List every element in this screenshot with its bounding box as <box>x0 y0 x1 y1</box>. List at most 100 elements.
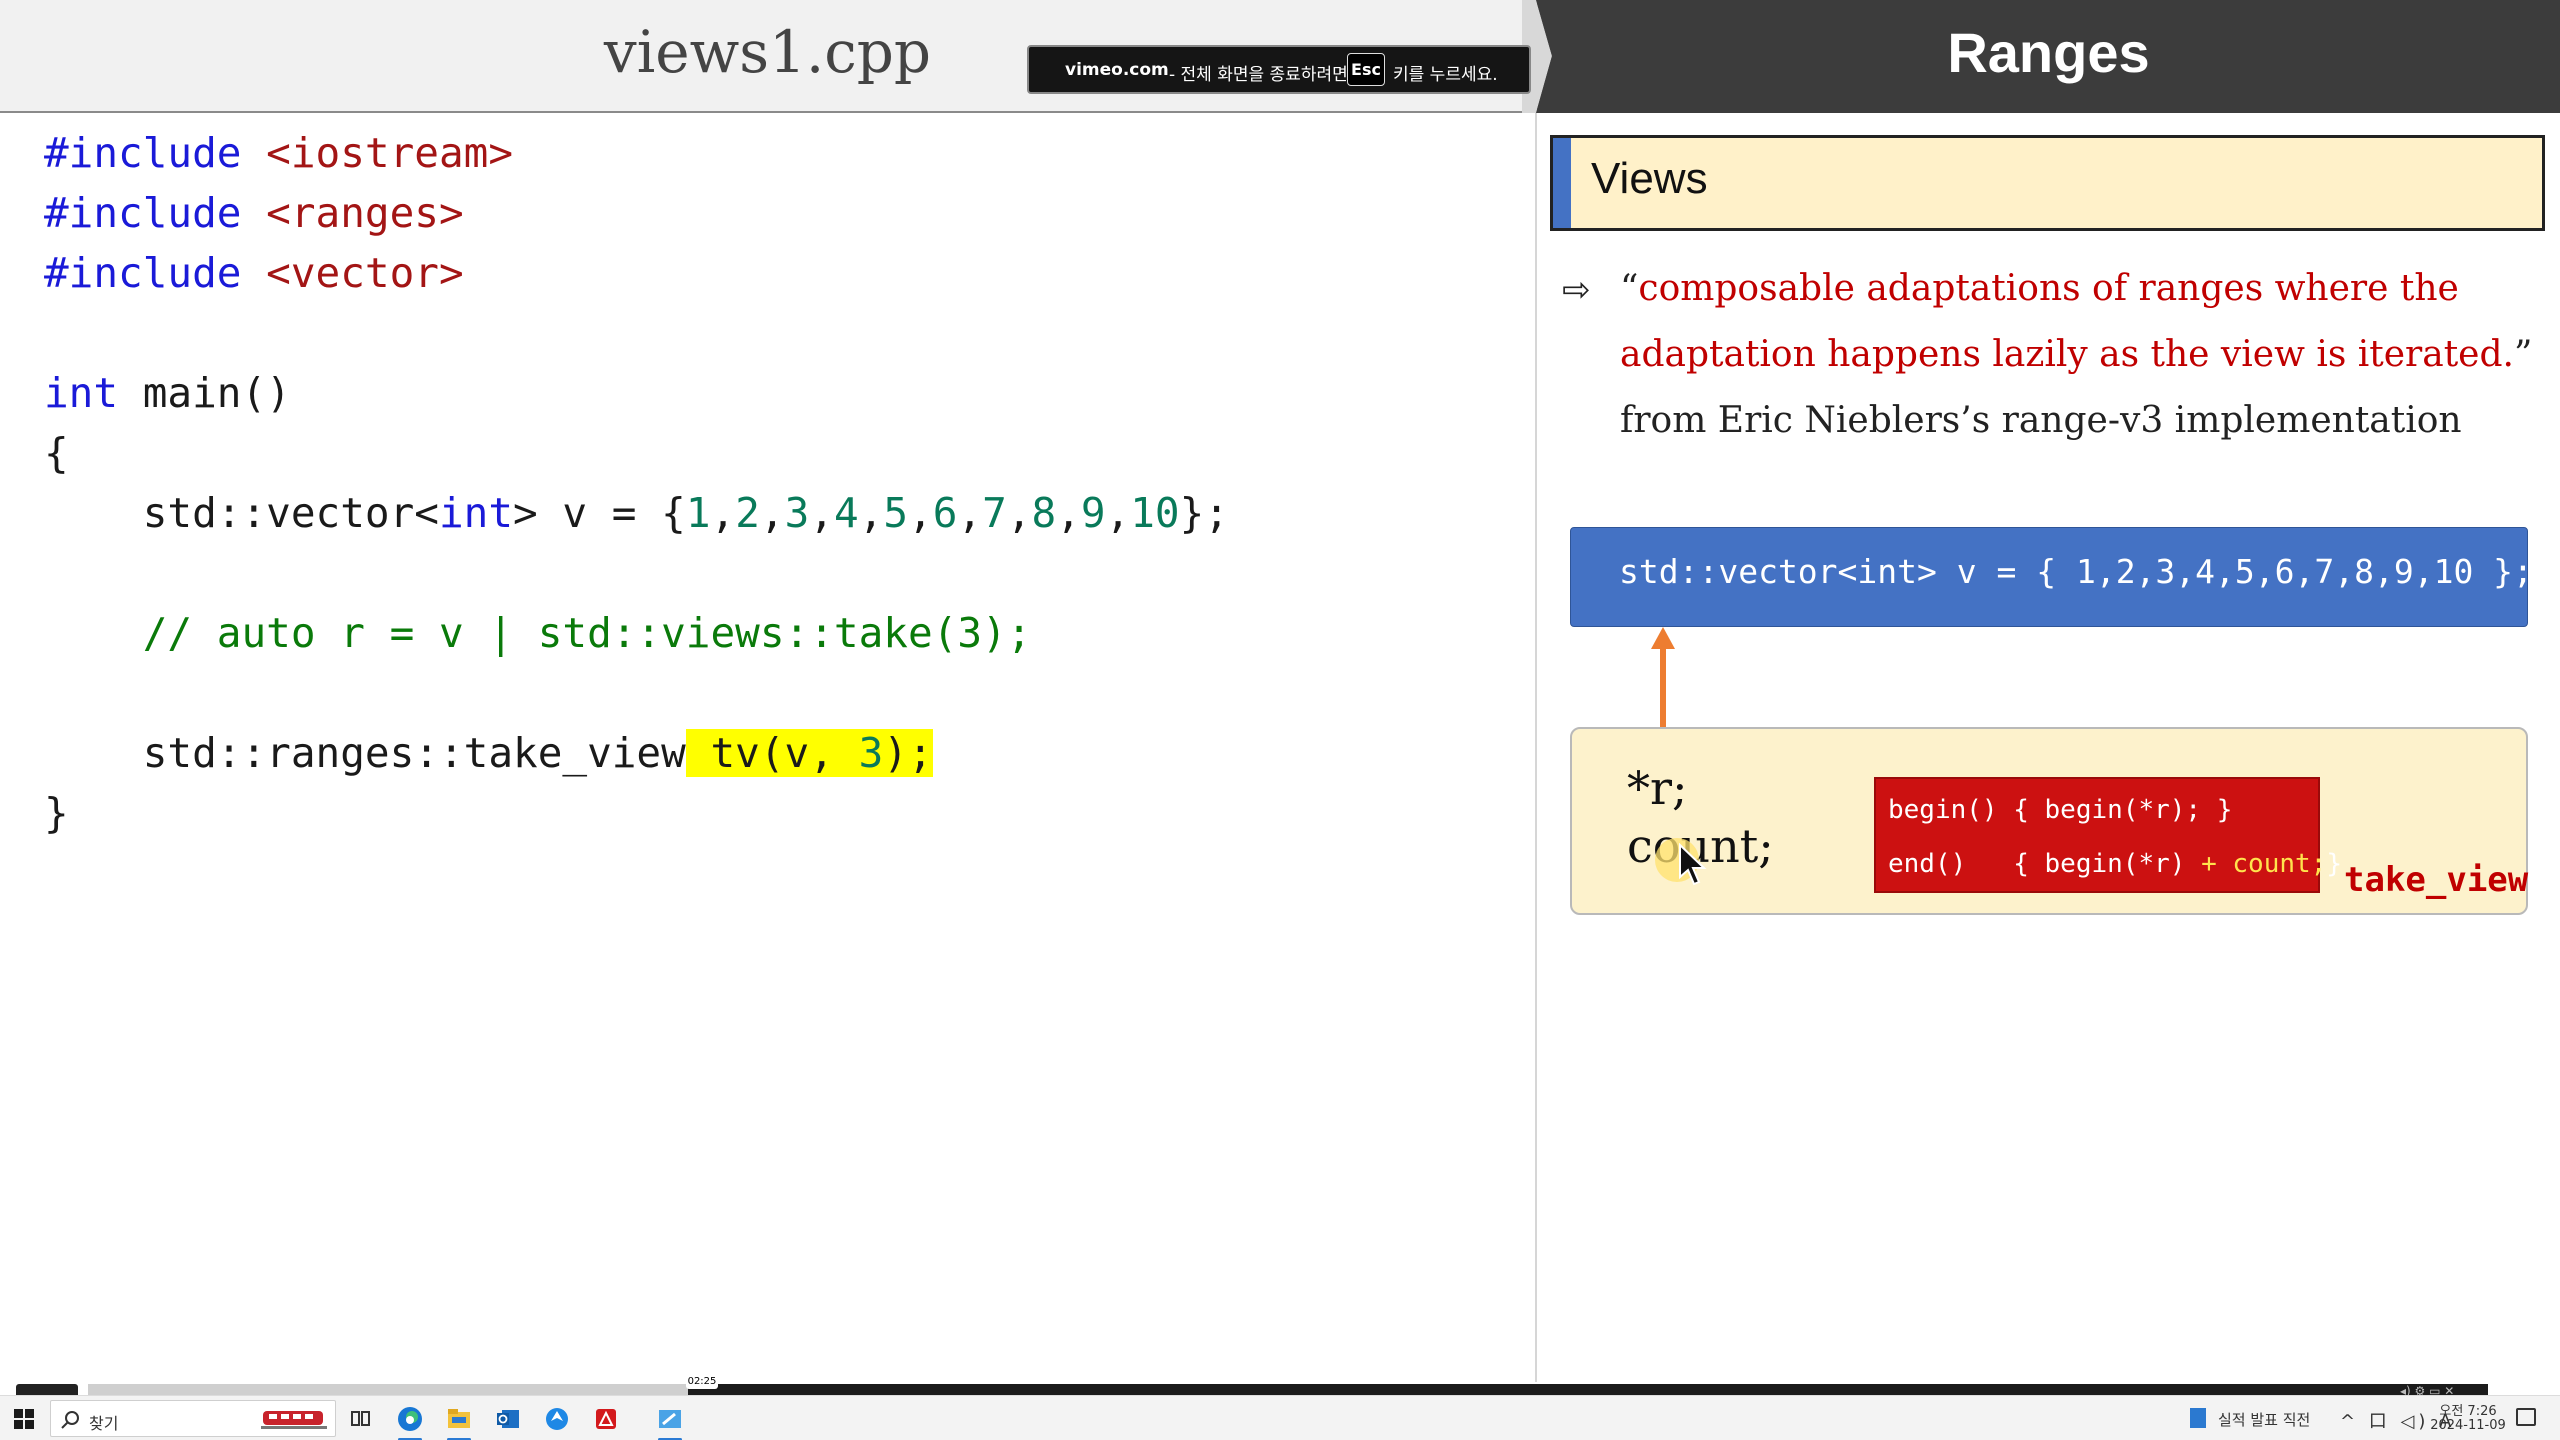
number-literal: 6 <box>932 489 958 537</box>
views-heading: Views <box>1591 154 1708 203</box>
code-comma: , <box>957 489 983 537</box>
code-token: > v = { <box>513 489 686 537</box>
highlight-selection: tv(v, 3); <box>685 729 933 777</box>
code-comma: , <box>1006 489 1032 537</box>
views-heading-box: Views <box>1550 135 2545 231</box>
number-literal: 10 <box>1130 489 1180 537</box>
code-token: } <box>2326 849 2342 879</box>
number-literal: 1 <box>685 489 711 537</box>
taskbar-search[interactable]: 찾기 <box>50 1400 336 1437</box>
mouse-cursor-icon <box>1679 843 1707 886</box>
code-line-3: #include <vector> <box>44 243 464 303</box>
code-token: int <box>438 489 514 537</box>
windows-start-icon[interactable] <box>14 1409 34 1429</box>
task-view-icon[interactable] <box>344 1403 376 1435</box>
code-token: #include <box>44 129 242 177</box>
quote-close-mark: ” <box>2513 334 2533 375</box>
end-function-line: end() { begin(*r) + count;} <box>1888 849 2342 879</box>
code-token: tv(v, <box>685 729 859 777</box>
file-explorer-icon[interactable] <box>443 1403 475 1435</box>
number-literal: 9 <box>1080 489 1106 537</box>
progress-fill <box>88 1384 688 1395</box>
search-highlight-train-icon <box>261 1411 327 1429</box>
code-comma: , <box>1056 489 1081 537</box>
number-literal: 4 <box>833 489 859 537</box>
code-comma: , <box>759 489 785 537</box>
tray-document-label[interactable]: 실적 발표 직전 <box>2218 1409 2310 1430</box>
code-comment: // auto r = v | std::views::take(3); <box>142 609 1032 657</box>
code-token: main() <box>142 369 291 417</box>
code-line-2: #include <ranges> <box>44 183 464 243</box>
code-line-5: int main() <box>44 363 291 423</box>
quote-line-2: adaptation happens lazily as the view is… <box>1620 334 2532 375</box>
code-comma: , <box>908 489 933 537</box>
fullscreen-exit-notice: vimeo.com - 전체 화면을 종료하려면 Esc 키를 누르세요. <box>1027 45 1531 94</box>
take-view-label: take_view <box>2344 860 2529 900</box>
code-token: <vector> <box>266 249 464 297</box>
member-r: *r; <box>1627 761 1688 815</box>
code-comma: , <box>710 489 736 537</box>
code-token: std::ranges::take_view <box>142 729 686 777</box>
code-token: } <box>44 789 69 837</box>
edge-icon[interactable] <box>394 1403 426 1435</box>
code-token: std::vector< <box>142 489 439 537</box>
code-token: <iostream> <box>266 129 514 177</box>
clock-date[interactable]: 2024-11-09 <box>2430 1418 2506 1433</box>
code-token: }; <box>1179 489 1229 537</box>
app-icon[interactable] <box>541 1403 573 1435</box>
code-comma: , <box>858 489 884 537</box>
time-tooltip: 02:25 <box>686 1375 718 1389</box>
begin-function-line: begin() { begin(*r); } <box>1888 795 2233 825</box>
number-literal: 8 <box>1031 489 1057 537</box>
quote-line-1: “composable adaptations of ranges where … <box>1620 268 2459 309</box>
code-token: ); <box>883 729 933 777</box>
bullet-arrow-icon: ⇨ <box>1562 270 1591 310</box>
esc-key-badge: Esc <box>1347 53 1385 86</box>
code-token: end() { begin(*r) <box>1888 849 2202 879</box>
number-literal: 3 <box>784 489 810 537</box>
code-token: <ranges> <box>266 189 464 237</box>
notice-message-2: 키를 누르세요. <box>1393 65 1498 85</box>
code-token: #include <box>44 249 242 297</box>
notice-message: - 전체 화면을 종료하려면 <box>1169 65 1348 85</box>
code-comment-line: // auto r = v | std::views::take(3); <box>44 603 1032 663</box>
code-line-12: } <box>44 783 69 843</box>
acrobat-icon[interactable] <box>590 1403 622 1435</box>
code-token: int <box>44 369 119 417</box>
count-token: + count; <box>2201 849 2327 879</box>
number-literal: 7 <box>982 489 1007 537</box>
number-literal: 5 <box>883 489 909 537</box>
document-icon[interactable] <box>2190 1408 2206 1428</box>
code-pane: #include <iostream> #include <ranges> #i… <box>0 115 1535 1382</box>
quote-text-2: adaptation happens lazily as the view is… <box>1620 334 2514 375</box>
taskbar: 찾기 실적 발표 직전 ^ 口 ◁) A 오전 7:26 2024-11-09 <box>0 1395 2560 1440</box>
vector-box: std::vector<int> v = { 1,2,3,4,5,6,7,8,9… <box>1570 527 2533 627</box>
code-token: #include <box>44 189 242 237</box>
quote-text-1: composable adaptations of ranges where t… <box>1638 268 2459 309</box>
clock-time[interactable]: 오전 7:26 <box>2430 1400 2506 1419</box>
vector-code: std::vector<int> v = { 1,2,3,4,5,6,7,8,9… <box>1619 552 2533 591</box>
notification-icon[interactable] <box>2516 1408 2536 1426</box>
take-view-functions-box: begin() { begin(*r); } end() { begin(*r)… <box>1874 777 2342 893</box>
views-accent-bar <box>1553 138 1571 228</box>
quote-attribution: from Eric Nieblers’s range-v3 implementa… <box>1620 400 2462 441</box>
search-placeholder: 찾기 <box>89 1414 119 1433</box>
code-comma: , <box>809 489 834 537</box>
progress-bar[interactable] <box>88 1384 2488 1395</box>
code-token: { <box>44 429 69 477</box>
code-line-6: { <box>44 423 69 483</box>
outlook-icon[interactable] <box>492 1403 524 1435</box>
paint-icon[interactable] <box>654 1403 686 1435</box>
code-line-1: #include <iostream> <box>44 123 513 183</box>
search-icon <box>61 1411 79 1429</box>
code-line-7: std::vector<int> v = {1,2,3,4,5,6,7,8,9,… <box>44 483 1229 543</box>
notice-domain: vimeo.com <box>1065 60 1169 80</box>
code-line-11: std::ranges::take_view tv(v, 3); <box>44 723 933 783</box>
number-literal: 2 <box>735 489 760 537</box>
number-list: 1,2,3,4,5,6,7,8,9,10 <box>686 489 1180 537</box>
code-comma: , <box>1105 489 1131 537</box>
quote-open-mark: “ <box>1620 268 1639 309</box>
slide-title: Ranges <box>1947 21 2150 84</box>
code-token: 3 <box>858 729 884 777</box>
pane-divider <box>1535 0 1537 1382</box>
